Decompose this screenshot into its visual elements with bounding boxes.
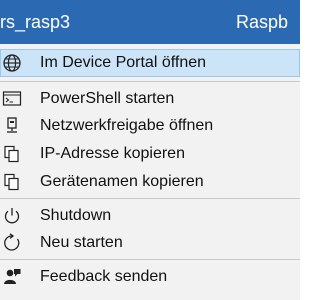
menu-item-label: Neu starten (40, 234, 123, 251)
power-icon (4, 208, 20, 224)
device-name: rs_rasp3 (0, 12, 71, 32)
menu-item-label: Shutdown (40, 207, 112, 224)
menu-separator (0, 198, 300, 199)
menu-item-label: IP-Adresse kopieren (40, 145, 185, 162)
menu-item-shutdown[interactable]: Shutdown (0, 202, 300, 230)
menu-item-label: Im Device Portal öffnen (40, 54, 207, 71)
device-type-label: Raspb (236, 12, 289, 32)
copy-icon (4, 173, 19, 191)
copy-icon (4, 145, 19, 163)
menu-item-label: PowerShell starten (40, 90, 175, 107)
menu-item-open-device-portal[interactable]: Im Device Portal öffnen (0, 49, 300, 77)
menu-item-label: Gerätenamen kopieren (40, 173, 204, 190)
menu-item-label: Netzwerkfreigabe öffnen (40, 117, 214, 134)
menu-item-restart[interactable]: Neu starten (0, 229, 300, 257)
menu-separator (0, 259, 300, 260)
globe-icon (3, 54, 21, 72)
context-menu: Im Device Portal öffnen PowerShell start… (0, 44, 300, 300)
menu-item-copy-device-name[interactable]: Gerätenamen kopieren (0, 168, 300, 196)
menu-item-network-share[interactable]: Netzwerkfreigabe öffnen (0, 112, 300, 140)
network-share-icon (7, 117, 17, 133)
powershell-icon (2, 91, 22, 106)
restart-icon (4, 233, 20, 251)
window-titlebar: rs_rasp3 Raspb (0, 0, 300, 44)
menu-item-powershell[interactable]: PowerShell starten (0, 85, 300, 113)
feedback-icon (4, 269, 21, 284)
menu-item-copy-ip[interactable]: IP-Adresse kopieren (0, 140, 300, 168)
menu-item-send-feedback[interactable]: Feedback senden (0, 263, 300, 291)
menu-item-label: Feedback senden (40, 268, 168, 285)
menu-separator (0, 81, 300, 82)
